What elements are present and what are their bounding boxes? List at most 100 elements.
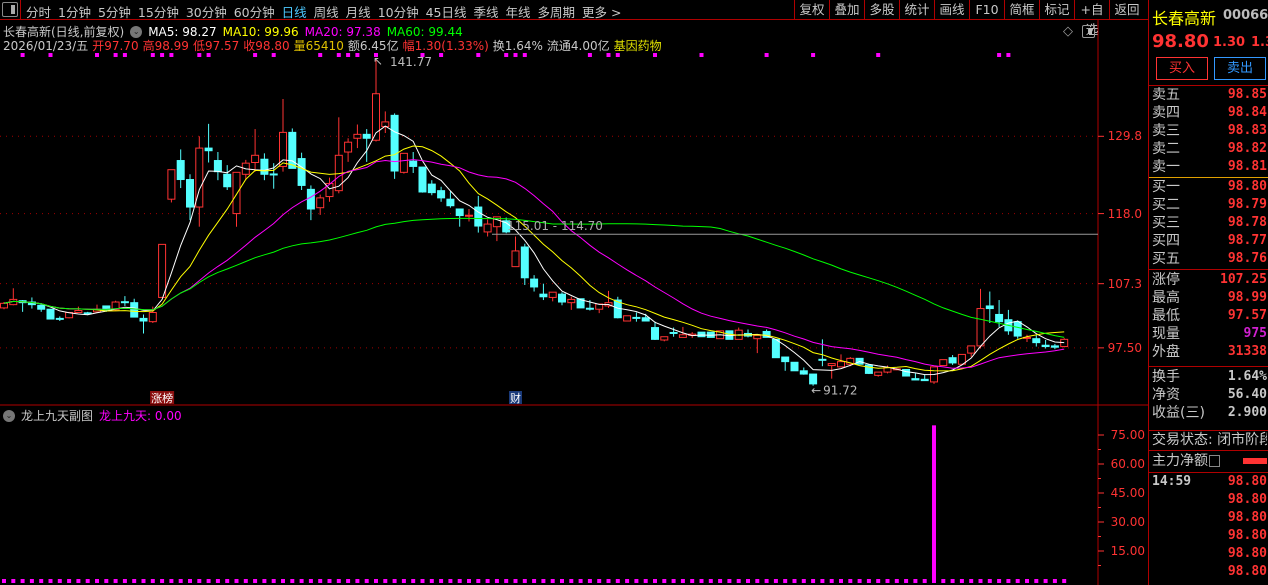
- tool-button[interactable]: 多股: [864, 0, 899, 20]
- period-tab[interactable]: 年线: [506, 2, 531, 21]
- tick-row: 14:59 98.80: [1152, 473, 1267, 491]
- last-price: 98.80: [1152, 31, 1209, 52]
- candle-down: [427, 183, 436, 194]
- chevron-down-icon[interactable]: ⌄: [130, 25, 143, 38]
- sub-dot: [1034, 579, 1039, 583]
- period-tab[interactable]: 多周期: [538, 2, 576, 21]
- tool-button[interactable]: 简框: [1004, 0, 1039, 20]
- layout-toggle-icon[interactable]: [2, 2, 18, 17]
- sub-dot: [597, 579, 602, 583]
- period-tab[interactable]: 日线: [282, 2, 307, 21]
- tool-button[interactable]: 复权: [794, 0, 829, 20]
- sub-dot: [727, 579, 732, 583]
- candle-up: [167, 169, 176, 200]
- candle-up: [837, 361, 845, 368]
- sub-dot: [178, 579, 183, 583]
- period-tab[interactable]: 1分钟: [58, 2, 91, 21]
- row-label: 最低: [1152, 308, 1180, 324]
- tool-button[interactable]: 统计: [899, 0, 934, 20]
- main-flow-row[interactable]: 主力净额: [1152, 452, 1267, 470]
- flow-bar: [1243, 458, 1267, 464]
- open: 开97.70: [92, 39, 139, 53]
- signal-dot: [764, 53, 769, 57]
- candle-down: [995, 313, 1004, 323]
- tool-button[interactable]: +自选: [1074, 0, 1109, 37]
- tool-button[interactable]: 标记: [1039, 0, 1074, 20]
- candle-up: [74, 310, 83, 313]
- period-tab[interactable]: 5分钟: [98, 2, 131, 21]
- candle-down: [632, 316, 641, 319]
- sub-dot: [606, 579, 611, 583]
- row-value: 98.77: [1227, 233, 1267, 248]
- sub-axis-label: 60.00: [1111, 457, 1145, 471]
- period-tab[interactable]: 15分钟: [138, 2, 179, 21]
- diamond-icon[interactable]: ◇: [1063, 24, 1073, 39]
- candle-up: [753, 334, 762, 340]
- candle-down: [530, 278, 539, 288]
- chevron-down-icon[interactable]: ⌄: [3, 409, 15, 422]
- candle-down: [213, 160, 222, 173]
- range-label: 115.01 - 114.70: [507, 219, 603, 233]
- period-tab[interactable]: 季线: [474, 2, 499, 21]
- tool-button[interactable]: 叠加: [829, 0, 864, 20]
- sub-dot: [913, 579, 918, 583]
- sub-dot: [169, 579, 174, 583]
- sub-dot: [1043, 579, 1048, 583]
- sub-dot: [215, 579, 220, 583]
- tool-button[interactable]: F10: [969, 0, 1004, 20]
- sub-dot: [11, 579, 16, 583]
- kline-chart[interactable]: 115.01 - 114.70141.77↖← 91.72涨榜 财75.0060.0…: [0, 0, 1148, 585]
- candle-up: [483, 223, 492, 233]
- sub-dot: [420, 579, 425, 583]
- candle-down: [520, 246, 529, 279]
- row-value: 98.84: [1227, 105, 1267, 120]
- low-label: 91.72: [823, 384, 857, 398]
- arrow-icon: ←: [811, 384, 821, 398]
- tool-buttons: 复权叠加多股统计画线F10简框标记+自选返回: [794, 0, 1144, 37]
- candle-down: [790, 361, 799, 372]
- row-value: 56.40: [1227, 387, 1267, 402]
- period-tab[interactable]: 月线: [346, 2, 371, 21]
- period-tab[interactable]: 60分钟: [234, 2, 275, 21]
- divider: [1149, 269, 1268, 270]
- ask-row: 卖五 98.85: [1152, 86, 1267, 104]
- tool-button[interactable]: 返回: [1109, 0, 1144, 20]
- period-tab[interactable]: 分时: [26, 2, 51, 21]
- buy-button[interactable]: 买入: [1156, 57, 1208, 80]
- sell-button[interactable]: 卖出: [1214, 57, 1266, 80]
- sub-dot: [550, 579, 555, 583]
- candle-up: [511, 250, 520, 268]
- sub-dot: [308, 579, 313, 583]
- tick-row: 98.80: [1152, 509, 1267, 527]
- sub-dot: [839, 579, 843, 583]
- sub-dot: [485, 579, 490, 583]
- sub-dot: [746, 579, 750, 583]
- candle-down: [809, 373, 818, 385]
- candle-down: [390, 114, 399, 172]
- sub-dot: [690, 579, 695, 583]
- period-tab[interactable]: 30分钟: [186, 2, 227, 21]
- sector-link[interactable]: 基因药物: [614, 37, 662, 54]
- candle-up: [874, 371, 883, 376]
- tool-button[interactable]: 画线: [934, 0, 969, 20]
- candle-up: [344, 141, 353, 153]
- ask-row: 卖一 98.81: [1152, 158, 1267, 176]
- period-tab[interactable]: 周线: [314, 2, 339, 21]
- period-tab[interactable]: 更多 >: [582, 2, 621, 21]
- row-label: 最高: [1152, 290, 1180, 306]
- candle-down: [139, 317, 148, 322]
- panel-toggle-icon[interactable]: [1082, 25, 1095, 38]
- ask-row: 卖二 98.82: [1152, 140, 1267, 158]
- candle-down: [697, 331, 706, 338]
- row-value: 107.25: [1220, 272, 1267, 287]
- fund-row: 换手 1.64%: [1152, 368, 1267, 386]
- candle-down: [204, 147, 213, 152]
- period-tab[interactable]: 10分钟: [378, 2, 419, 21]
- sub-dot: [467, 579, 471, 583]
- row-label: 买四: [1152, 233, 1180, 249]
- list-icon[interactable]: [1209, 455, 1220, 467]
- candle-up: [678, 334, 687, 338]
- sub-dot: [188, 579, 192, 583]
- period-tab[interactable]: 45日线: [426, 2, 467, 21]
- sub-dot: [132, 579, 137, 583]
